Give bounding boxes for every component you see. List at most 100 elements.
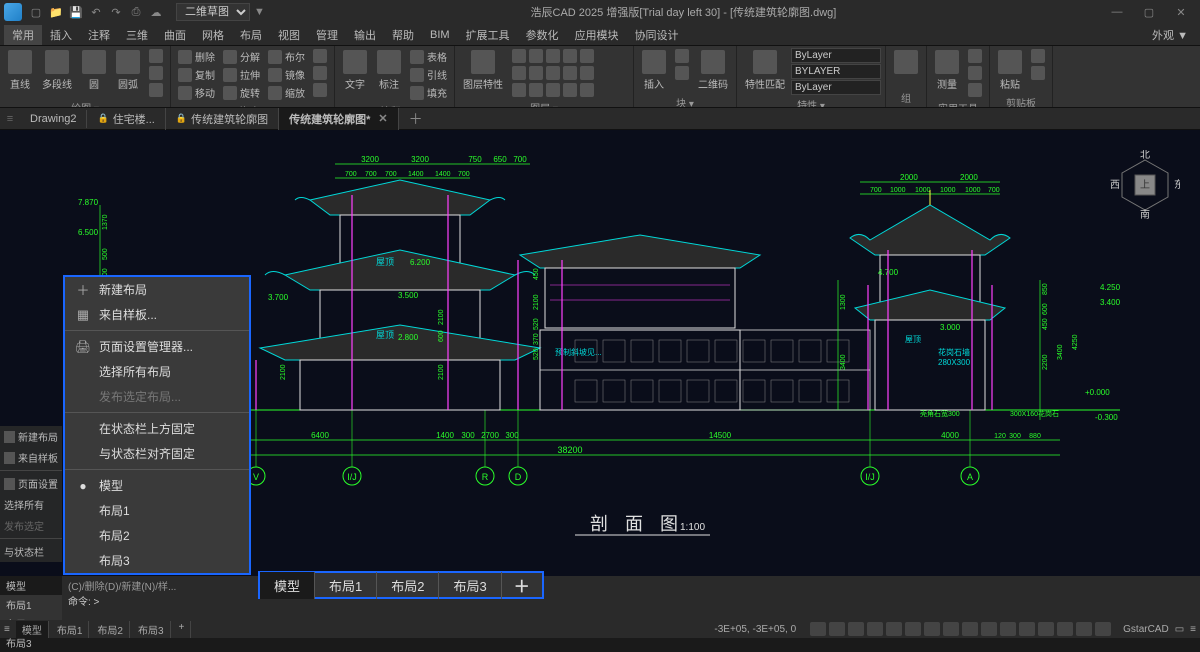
polyline-button[interactable]: 多段线 — [38, 48, 76, 93]
ctx-model[interactable]: 模型 — [65, 473, 249, 498]
sb-snap-icon[interactable] — [810, 622, 826, 636]
sb-expand-icon[interactable]: ▭ — [1175, 624, 1184, 635]
explode-button[interactable]: 分解 — [220, 48, 263, 65]
sb-otrack-icon[interactable] — [905, 622, 921, 636]
lineweight-dropdown[interactable] — [791, 80, 881, 95]
move-button[interactable]: 移动 — [175, 84, 218, 101]
sb-osnap-icon[interactable] — [886, 622, 902, 636]
qrcode-button[interactable]: 二维码 — [694, 48, 732, 93]
draw-more-2[interactable] — [146, 65, 166, 81]
command-line[interactable]: (C)/删除(D)/新建(N)/样... 命令: > — [62, 576, 1200, 620]
sb-mon-icon[interactable] — [1057, 622, 1073, 636]
dimension-button[interactable]: 标注 — [373, 48, 405, 93]
util-2[interactable] — [965, 65, 985, 81]
modify-more-1[interactable] — [310, 48, 330, 64]
util-3[interactable] — [965, 82, 985, 98]
menu-view[interactable]: 视图 — [270, 25, 308, 45]
sb-l1[interactable]: 布局1 — [51, 621, 90, 638]
lp-selectall[interactable]: 选择所有 — [0, 494, 62, 515]
color-dropdown[interactable] — [791, 48, 881, 63]
sb-anno-icon[interactable] — [1019, 622, 1035, 636]
sb-polar-icon[interactable] — [867, 622, 883, 636]
ctx-layout1[interactable]: 布局1 — [65, 498, 249, 523]
new-icon[interactable]: ▢ — [28, 4, 44, 20]
sb-grid-icon[interactable] — [829, 622, 845, 636]
table-button[interactable]: 表格 — [407, 48, 450, 65]
sb-trans-icon[interactable] — [962, 622, 978, 636]
modify-more-3[interactable] — [310, 82, 330, 98]
lp-pagesetup[interactable]: 页面设置 — [0, 473, 62, 494]
menu-bim[interactable]: BIM — [422, 27, 458, 43]
menu-home[interactable]: 常用 — [4, 25, 42, 45]
cloud-icon[interactable]: ☁ — [148, 4, 164, 20]
text-button[interactable]: 文字 — [339, 48, 371, 93]
ctx-page-setup[interactable]: 🖨页面设置管理器... — [65, 334, 249, 359]
menu-extend[interactable]: 扩展工具 — [458, 25, 518, 45]
print-icon[interactable]: ⎙ — [128, 4, 144, 20]
lp-new[interactable]: 新建布局 — [0, 426, 62, 447]
workspace-dropdown[interactable]: 二维草图 — [176, 3, 250, 21]
doc-tab-1[interactable]: Drawing2 — [20, 110, 87, 128]
sb-model[interactable]: 模型 — [16, 621, 49, 638]
line-button[interactable]: 直线 — [4, 48, 36, 93]
open-icon[interactable]: 📁 — [48, 4, 64, 20]
menu-output[interactable]: 输出 — [346, 25, 384, 45]
layer-row-2[interactable] — [509, 65, 629, 81]
minimize-icon[interactable]: ― — [1102, 3, 1132, 21]
group-button[interactable] — [890, 48, 922, 78]
doc-tab-2[interactable]: 🔒住宅楼... — [87, 108, 165, 130]
ctx-select-all[interactable]: 选择所有布局 — [65, 359, 249, 384]
block-more-2[interactable] — [672, 65, 692, 81]
sb-dyn-icon[interactable] — [924, 622, 940, 636]
circle-button[interactable]: 圆 — [78, 48, 110, 93]
sb-add[interactable]: + — [173, 621, 192, 638]
measure-button[interactable]: 测量 — [931, 48, 963, 93]
sb-iso-icon[interactable] — [1076, 622, 1092, 636]
modify-more-2[interactable] — [310, 65, 330, 81]
sb-l3[interactable]: 布局3 — [132, 621, 171, 638]
menu-help[interactable]: 帮助 — [384, 25, 422, 45]
lt-layout2[interactable]: 布局2 — [377, 572, 439, 599]
match-props-button[interactable]: 特性匹配 — [741, 48, 789, 93]
maximize-icon[interactable]: ▢ — [1134, 3, 1164, 21]
paste-button[interactable]: 粘贴 — [994, 48, 1026, 93]
menu-insert[interactable]: 插入 — [42, 25, 80, 45]
lt-add-button[interactable]: ＋ — [502, 569, 542, 601]
ctx-layout3[interactable]: 布局3 — [65, 548, 249, 573]
sb-hw-icon[interactable] — [1095, 622, 1111, 636]
ctx-dock-above[interactable]: 在状态栏上方固定 — [65, 416, 249, 441]
sb-ws-icon[interactable] — [1038, 622, 1054, 636]
scale-button[interactable]: 缩放 — [265, 84, 308, 101]
bool-button[interactable]: 布尔 — [265, 48, 308, 65]
menu-layout[interactable]: 布局 — [232, 25, 270, 45]
arc-button[interactable]: 圆弧 — [112, 48, 144, 93]
clip-1[interactable] — [1028, 48, 1048, 64]
cmd-tab-model[interactable]: 模型 — [0, 576, 62, 595]
sb-sc-icon[interactable] — [1000, 622, 1016, 636]
clip-2[interactable] — [1028, 65, 1048, 81]
leader-button[interactable]: 引线 — [407, 66, 450, 83]
close-tab-icon[interactable]: ✕ — [378, 112, 387, 125]
block-more-1[interactable] — [672, 48, 692, 64]
copy-button[interactable]: 复制 — [175, 66, 218, 83]
menu-annotate[interactable]: 注释 — [80, 25, 118, 45]
rotate-button[interactable]: 旋转 — [220, 84, 263, 101]
menu-app[interactable]: 应用模块 — [567, 25, 627, 45]
sb-lwt-icon[interactable] — [943, 622, 959, 636]
menu-3d[interactable]: 三维 — [118, 25, 156, 45]
erase-button[interactable]: 删除 — [175, 48, 218, 65]
menu-surface[interactable]: 曲面 — [156, 25, 194, 45]
doc-tab-4[interactable]: 传统建筑轮廓图*✕ — [279, 108, 399, 130]
draw-more-1[interactable] — [146, 48, 166, 64]
viewcube[interactable]: 北 南 东 西 上 — [1110, 150, 1180, 220]
close-icon[interactable]: ✕ — [1166, 3, 1196, 21]
layer-row-1[interactable] — [509, 48, 629, 64]
redo-icon[interactable]: ↷ — [108, 4, 124, 20]
menu-mesh[interactable]: 网格 — [194, 25, 232, 45]
util-1[interactable] — [965, 48, 985, 64]
stretch-button[interactable]: 拉伸 — [220, 66, 263, 83]
lt-layout3[interactable]: 布局3 — [439, 572, 501, 599]
menu-collab[interactable]: 协同设计 — [627, 25, 687, 45]
ctx-layout2[interactable]: 布局2 — [65, 523, 249, 548]
ctx-dock-align[interactable]: 与状态栏对齐固定 — [65, 441, 249, 466]
